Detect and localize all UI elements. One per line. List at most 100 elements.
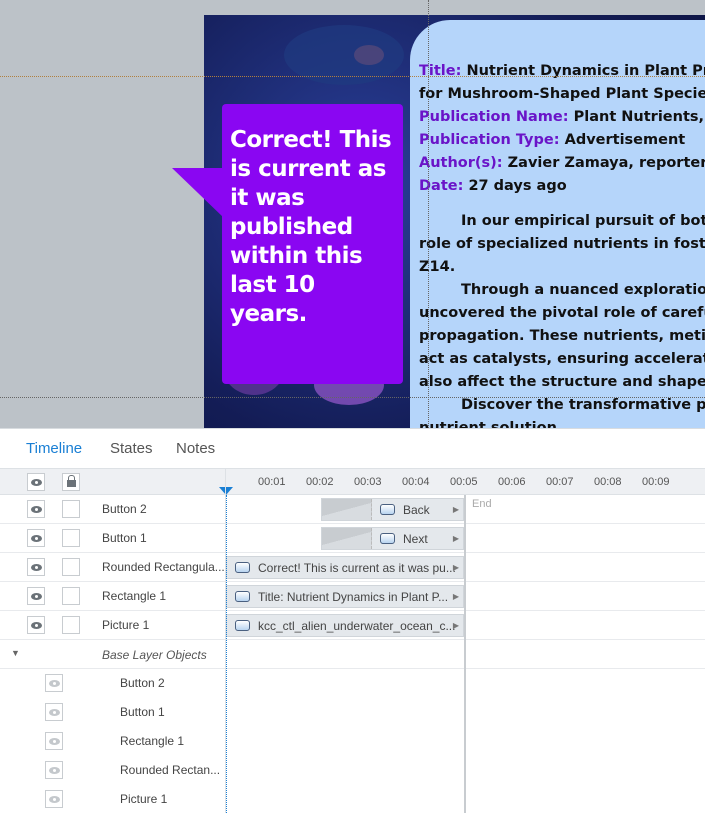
pubtype-label: Publication Type:	[419, 132, 560, 148]
lock-toggle[interactable]	[62, 616, 80, 634]
bar-label: Back	[403, 502, 430, 517]
eye-icon	[48, 708, 60, 716]
timeline-row[interactable]: Button 2 Back ▶	[0, 495, 705, 524]
eye-icon	[48, 795, 60, 803]
time-tick-label: 00:05	[450, 476, 478, 488]
object-name: Button 1	[102, 531, 147, 545]
timeline-bar[interactable]: Next ▶	[321, 527, 464, 550]
visibility-toggle[interactable]	[27, 616, 45, 634]
eye-icon	[48, 737, 60, 745]
eye-icon	[30, 563, 42, 571]
button-icon	[380, 533, 395, 544]
body-line: Z14.	[419, 259, 456, 275]
fade-in-region[interactable]	[322, 528, 372, 549]
timeline-row[interactable]: Rectangle 1 Title: Nutrient Dynamics in …	[0, 582, 705, 611]
tab-states[interactable]: States	[110, 440, 153, 457]
object-name: Rectangle 1	[102, 589, 167, 603]
time-tick-label: 00:09	[642, 476, 670, 488]
show-all-toggle[interactable]	[27, 473, 45, 491]
lock-toggle[interactable]	[62, 500, 80, 518]
article-rectangle[interactable]: Title: Nutrient Dynamics in Plant Prolif…	[410, 20, 705, 428]
expand-arrow-icon[interactable]: ▶	[453, 505, 459, 514]
base-layer-item[interactable]: Button 2	[0, 669, 705, 698]
object-name: Button 1	[120, 705, 165, 719]
eye-icon	[48, 679, 60, 687]
eye-icon	[30, 478, 42, 486]
time-tick-label: 00:02	[306, 476, 334, 488]
date-value: 27 days ago	[468, 178, 567, 194]
lock-toggle[interactable]	[62, 558, 80, 576]
body-line: also affect the structure and shape of t…	[419, 374, 705, 390]
timeline-bar[interactable]: Title: Nutrient Dynamics in Plant P... ▶	[226, 585, 464, 608]
object-name: Rectangle 1	[120, 734, 185, 748]
bar-label: Correct! This is current as it was pu...	[258, 560, 456, 575]
title-line2: for Mushroom-Shaped Plant Species	[419, 86, 705, 102]
visibility-toggle[interactable]	[27, 558, 45, 576]
timeline-bar[interactable]: Correct! This is current as it was pu...…	[226, 556, 464, 579]
end-marker[interactable]	[464, 495, 466, 813]
body-line: Through a nuanced exploration of	[461, 282, 705, 298]
eye-icon	[30, 621, 42, 629]
pubtype-value: Advertisement	[564, 132, 686, 148]
playhead-handle[interactable]	[219, 487, 233, 495]
timeline-row[interactable]: Picture 1 kcc_ctl_alien_underwater_ocean…	[0, 611, 705, 640]
pubname-value: Plant Nutrients, Inc.	[573, 109, 705, 125]
callout-tail	[172, 168, 224, 218]
object-name: Picture 1	[102, 618, 150, 632]
body-line: role of specialized nutrients in fosteri…	[419, 236, 705, 252]
eye-icon	[30, 592, 42, 600]
object-name: Button 2	[102, 502, 147, 516]
expand-arrow-icon[interactable]: ▶	[453, 534, 459, 543]
visibility-toggle[interactable]	[45, 761, 63, 779]
lock-all-toggle[interactable]	[62, 473, 80, 491]
expand-arrow-icon[interactable]: ▶	[453, 621, 459, 630]
visibility-toggle[interactable]	[45, 703, 63, 721]
guide-line[interactable]	[0, 76, 705, 77]
slide-canvas: Title: Nutrient Dynamics in Plant Prolif…	[0, 0, 705, 428]
base-layer-item[interactable]: Rectangle 1	[0, 727, 705, 756]
bar-label: Title: Nutrient Dynamics in Plant P...	[258, 589, 449, 604]
lock-icon	[66, 475, 76, 487]
body-line: uncovered the pivotal role of carefully …	[419, 305, 705, 321]
object-name: Button 2	[120, 676, 165, 690]
feedback-callout[interactable]: Correct! This is current as it was publi…	[222, 104, 403, 384]
object-name: Picture 1	[120, 792, 168, 806]
timeline-bar[interactable]: Back ▶	[321, 498, 464, 521]
collapse-arrow-icon[interactable]: ▼	[11, 648, 20, 658]
playhead-line	[226, 495, 227, 813]
timeline-row[interactable]: Button 1 Next ▶	[0, 524, 705, 553]
base-layer-item[interactable]: Rounded Rectan...	[0, 756, 705, 785]
visibility-toggle[interactable]	[27, 587, 45, 605]
visibility-toggle[interactable]	[45, 674, 63, 692]
visibility-toggle[interactable]	[27, 529, 45, 547]
tab-timeline[interactable]: Timeline	[26, 440, 82, 457]
lock-toggle[interactable]	[62, 529, 80, 547]
visibility-toggle[interactable]	[45, 790, 63, 808]
expand-arrow-icon[interactable]: ▶	[453, 592, 459, 601]
body-line: In our empirical pursuit of botanical	[461, 213, 705, 229]
rect-icon	[235, 591, 250, 602]
base-layer-item[interactable]: Picture 1	[0, 785, 705, 814]
time-tick-label: 00:07	[546, 476, 574, 488]
visibility-toggle[interactable]	[45, 732, 63, 750]
timeline-bar[interactable]: kcc_ctl_alien_underwater_ocean_c... ▶	[226, 614, 464, 637]
base-layer-header[interactable]: ▼ Base Layer Objects	[0, 640, 705, 669]
visibility-toggle[interactable]	[27, 500, 45, 518]
end-label: End	[472, 498, 492, 510]
date-label: Date:	[419, 178, 464, 194]
bar-label: Next	[403, 531, 428, 546]
guide-line[interactable]	[0, 397, 705, 398]
object-name: Rounded Rectangula...	[102, 560, 225, 574]
time-tick-label: 00:08	[594, 476, 622, 488]
fade-in-region[interactable]	[322, 499, 372, 520]
timeline-row[interactable]: Rounded Rectangula... Correct! This is c…	[0, 553, 705, 582]
tab-notes[interactable]: Notes	[176, 440, 215, 457]
object-name: Rounded Rectan...	[120, 763, 221, 777]
body-line: act as catalysts, ensuring accelerated g	[419, 351, 705, 367]
button-icon	[380, 504, 395, 515]
base-layer-item[interactable]: Button 1	[0, 698, 705, 727]
time-tick-label: 00:01	[258, 476, 286, 488]
guide-line[interactable]	[428, 0, 429, 428]
lock-toggle[interactable]	[62, 587, 80, 605]
expand-arrow-icon[interactable]: ▶	[453, 563, 459, 572]
